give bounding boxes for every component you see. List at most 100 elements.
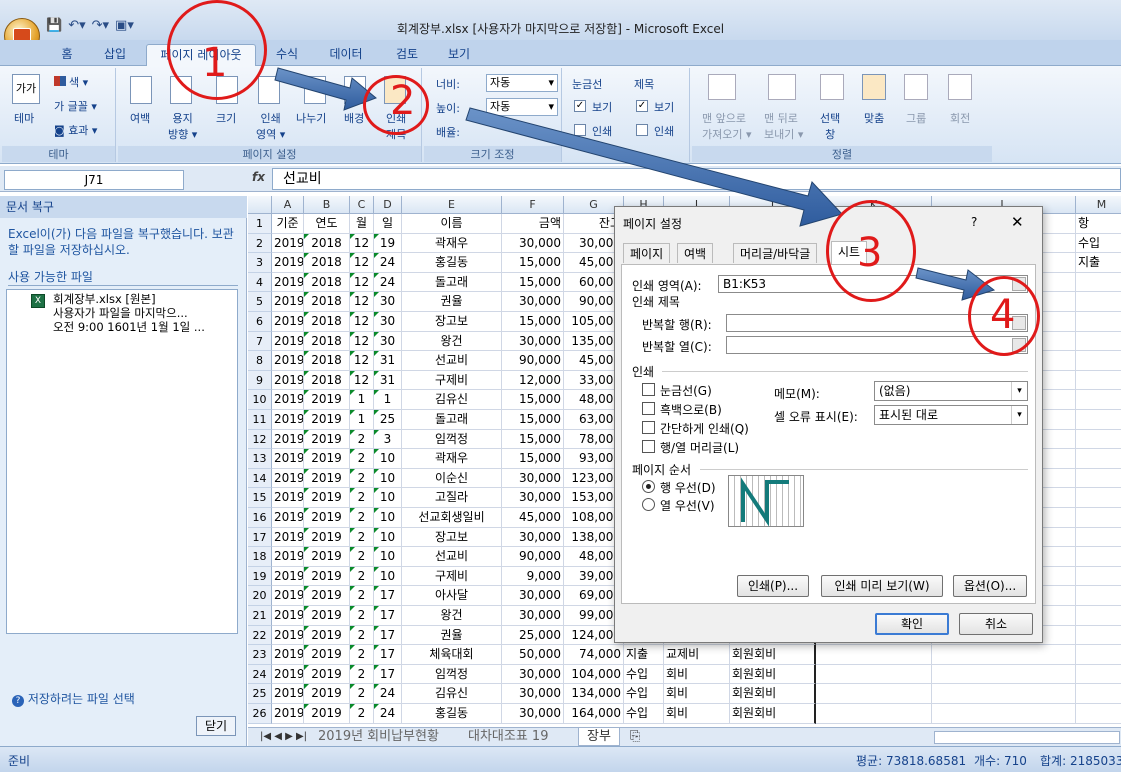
table-cell[interactable]	[816, 645, 932, 665]
table-cell[interactable]: 30,000	[502, 233, 564, 254]
fonts-button[interactable]: 가 글꼴 ▾	[54, 98, 97, 114]
table-cell[interactable]: 2019	[272, 527, 304, 548]
table-cell[interactable]	[1076, 684, 1121, 704]
table-cell[interactable]: 선교비	[402, 547, 502, 567]
row-header[interactable]: 20	[248, 586, 272, 606]
table-cell[interactable]: 돌고래	[402, 272, 502, 293]
column-header[interactable]: A	[272, 196, 304, 214]
table-cell[interactable]: 10	[374, 547, 402, 567]
table-cell[interactable]	[1076, 547, 1121, 567]
table-cell[interactable]: 25	[374, 410, 402, 430]
table-cell[interactable]: 2019	[304, 410, 350, 430]
table-cell[interactable]	[932, 664, 1076, 685]
table-cell[interactable]: 1	[350, 390, 374, 410]
colors-button[interactable]: 색 ▾	[54, 74, 88, 90]
table-cell[interactable]: 30,000	[502, 704, 564, 724]
table-cell[interactable]: 134,000	[564, 684, 624, 704]
gridlines-checkbox[interactable]	[642, 383, 655, 396]
row-header[interactable]: 26	[248, 704, 272, 724]
tab-page[interactable]: 페이지	[623, 243, 671, 263]
table-cell[interactable]: 2019	[304, 586, 350, 606]
gridlines-print-checkbox[interactable]	[574, 124, 586, 136]
table-cell[interactable]: 2018	[304, 370, 350, 391]
table-cell[interactable]: 2019	[304, 527, 350, 548]
table-cell[interactable]: 2018	[304, 351, 350, 371]
table-cell[interactable]: 2019	[304, 566, 350, 587]
orientation-button[interactable]: 용지 방향 ▾	[168, 110, 197, 142]
table-cell[interactable]: 31	[374, 370, 402, 391]
column-header[interactable]: E	[402, 196, 502, 214]
comments-select[interactable]: (없음) ▾	[874, 381, 1028, 401]
tab-review[interactable]: 검토	[390, 44, 424, 66]
table-cell[interactable]: 2018	[304, 292, 350, 312]
table-cell[interactable]: 104,000	[564, 664, 624, 685]
row-header[interactable]: 14	[248, 468, 272, 489]
table-cell[interactable]: 2019	[272, 370, 304, 391]
table-cell[interactable]: 2019	[304, 684, 350, 704]
row-header[interactable]: 7	[248, 331, 272, 352]
table-cell[interactable]: 2019	[304, 429, 350, 450]
table-cell[interactable]: 164,000	[564, 704, 624, 724]
table-cell[interactable]: 2019	[304, 606, 350, 626]
table-cell[interactable]: 24	[374, 684, 402, 704]
table-cell[interactable]: 2	[350, 468, 374, 489]
table-cell[interactable]: 19	[374, 233, 402, 254]
table-cell[interactable]: 2019	[272, 429, 304, 450]
table-cell[interactable]	[1076, 567, 1121, 587]
table-cell[interactable]: 24	[374, 704, 402, 724]
table-cell[interactable]: 이순신	[402, 468, 502, 489]
black-white-checkbox[interactable]	[642, 402, 655, 415]
table-cell[interactable]: 장고보	[402, 312, 502, 332]
table-cell[interactable]: 2019	[272, 331, 304, 352]
table-cell[interactable]: 17	[374, 606, 402, 626]
table-cell[interactable]: 30	[374, 312, 402, 332]
table-cell[interactable]	[1076, 292, 1121, 312]
table-cell[interactable]: 기준	[272, 214, 304, 234]
table-cell[interactable]: 회원회비	[730, 704, 816, 724]
table-cell[interactable]: 돌고래	[402, 410, 502, 430]
table-cell[interactable]: 지출	[1076, 253, 1121, 273]
row-header[interactable]: 15	[248, 488, 272, 508]
table-cell[interactable]: 12	[350, 312, 374, 332]
table-cell[interactable]: 12	[350, 233, 374, 254]
table-cell[interactable]: 수입	[624, 704, 664, 724]
table-cell[interactable]: 구제비	[402, 566, 502, 587]
table-cell[interactable]: 15,000	[502, 390, 564, 410]
table-cell[interactable]: 24	[374, 272, 402, 293]
row-header[interactable]: 23	[248, 645, 272, 665]
sheet-tab-2019[interactable]: 2019년 회비납부현황	[310, 728, 447, 746]
table-cell[interactable]: 2019	[272, 351, 304, 371]
table-cell[interactable]	[1076, 312, 1121, 332]
table-cell[interactable]: 30	[374, 331, 402, 352]
table-cell[interactable]: 왕건	[402, 331, 502, 352]
table-cell[interactable]	[1076, 410, 1121, 430]
table-cell[interactable]: 30	[374, 292, 402, 312]
table-cell[interactable]: 2018	[304, 331, 350, 352]
row-header[interactable]: 4	[248, 272, 272, 293]
table-cell[interactable]: 아사달	[402, 586, 502, 606]
effects-button[interactable]: ◙ 효과 ▾	[54, 122, 97, 138]
table-cell[interactable]: 2018	[304, 253, 350, 273]
ok-button[interactable]: 확인	[875, 613, 949, 635]
print-preview-button[interactable]: 인쇄 미리 보기(W)	[821, 575, 943, 597]
table-cell[interactable]	[1076, 665, 1121, 685]
table-cell[interactable]	[1076, 273, 1121, 293]
table-cell[interactable]: 12	[350, 331, 374, 352]
table-cell[interactable]: 2	[350, 606, 374, 626]
table-cell[interactable]: 10	[374, 449, 402, 469]
draft-checkbox[interactable]	[642, 421, 655, 434]
sheet-tab-balance[interactable]: 대차대조표 19	[460, 728, 556, 746]
table-cell[interactable]: 30,000	[502, 527, 564, 548]
send-backward-button[interactable]: 맨 뒤로 보내기 ▾	[764, 110, 803, 142]
tab-margins[interactable]: 여백	[677, 243, 714, 263]
cancel-button[interactable]: 취소	[959, 613, 1033, 635]
table-cell[interactable]: 2	[350, 449, 374, 469]
errors-select[interactable]: 표시된 대로 ▾	[874, 405, 1028, 425]
table-cell[interactable]: 2018	[304, 312, 350, 332]
dialog-help-button[interactable]: ?	[971, 215, 977, 229]
table-cell[interactable]: 15,000	[502, 312, 564, 332]
table-cell[interactable]: 2019	[272, 253, 304, 273]
table-cell[interactable]: 2019	[272, 625, 304, 646]
row-header[interactable]: 9	[248, 370, 272, 391]
tab-header-footer[interactable]: 머리글/바닥글	[733, 243, 818, 263]
